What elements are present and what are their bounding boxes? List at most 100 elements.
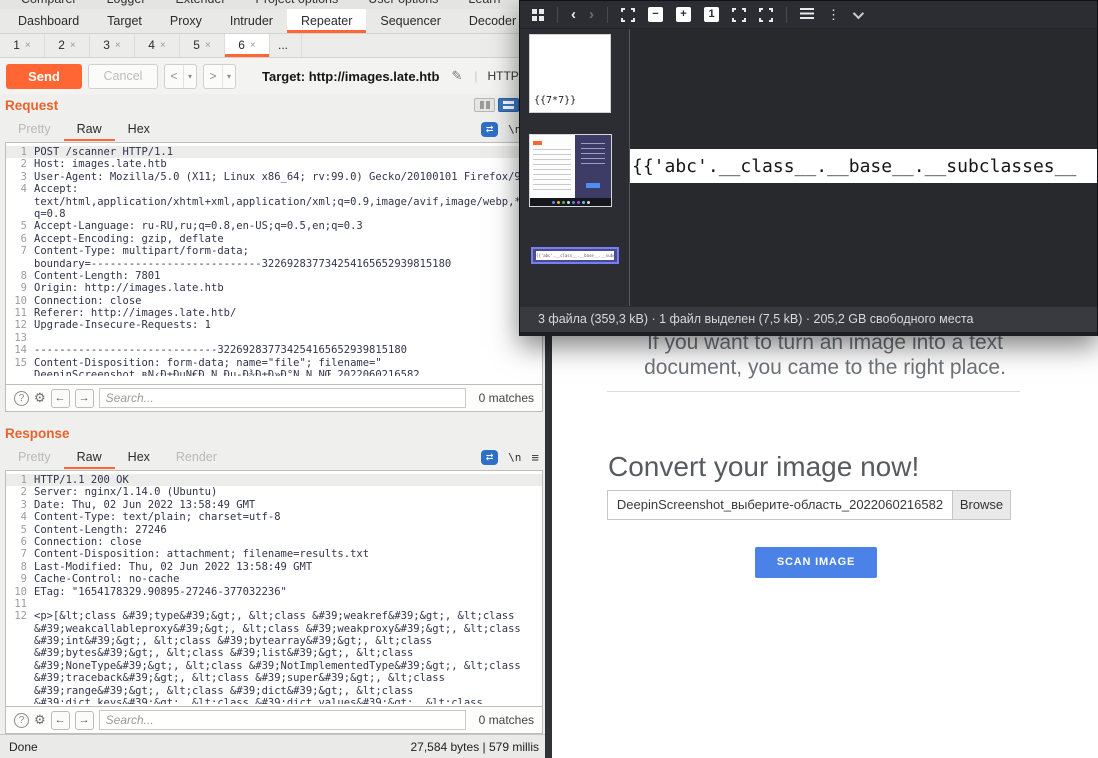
editor-line: 14-----------------------------322692837… — [6, 344, 542, 356]
editor-line: 12Upgrade-Insecure-Requests: 1 — [6, 319, 542, 331]
actual-size-icon[interactable]: 1 — [704, 7, 719, 22]
editor-line: 8Last-Modified: Thu, 02 Jun 2022 13:58:4… — [6, 561, 542, 573]
cancel-button[interactable]: Cancel — [88, 64, 158, 89]
gear-icon[interactable]: ⚙ — [34, 390, 46, 406]
repeater-number-tab[interactable]: 4× — [135, 34, 180, 57]
editor-line: &#39;int&#39;&gt;, &lt;class &#39;bytear… — [6, 635, 542, 647]
request-title: Request — [5, 98, 58, 113]
view-tab[interactable]: Pretty — [5, 445, 64, 469]
more-options-icon[interactable]: ⋮ — [827, 7, 840, 23]
search-next-icon[interactable]: → — [75, 389, 94, 408]
close-tab-icon[interactable]: × — [250, 34, 256, 57]
burp-module-tab[interactable]: Learn — [453, 0, 515, 9]
view-tab[interactable]: Render — [163, 445, 230, 469]
syntax-highlight-icon[interactable]: ⇄ — [481, 122, 498, 137]
editor-line: 8Content-Length: 7801 — [6, 270, 542, 282]
fit-width-icon[interactable] — [732, 8, 746, 22]
next-image-icon[interactable]: › — [589, 7, 594, 22]
scan-image-button[interactable]: SCAN IMAGE — [755, 547, 877, 578]
response-editor[interactable]: 1HTTP/1.1 200 OK 2Server: nginx/1.14.0 (… — [5, 470, 543, 706]
repeater-number-tab[interactable]: 2× — [45, 34, 90, 57]
search-prev-icon[interactable]: ← — [51, 389, 70, 408]
search-prev-icon[interactable]: ← — [51, 711, 70, 730]
status-done-label: Done — [9, 740, 38, 754]
prev-request-button[interactable]: < ▾ — [164, 64, 197, 89]
close-tab-icon[interactable]: × — [70, 34, 76, 57]
previous-image-icon[interactable]: ‹ — [571, 7, 576, 22]
editor-line: 13 — [6, 332, 542, 344]
repeater-number-tab[interactable]: 6× — [225, 34, 270, 57]
viewer-status-bar: 3 файла (359,3 kB) · 1 файл выделен (7,5… — [520, 306, 1097, 332]
layout-rows-button[interactable] — [498, 98, 519, 112]
search-next-icon[interactable]: → — [75, 711, 94, 730]
viewed-payload-image: {{'abc'.__class__.__base__.__subclasses_… — [630, 149, 1097, 183]
payload-text-thumbnail[interactable]: {{7*7}}${7*7}<%= 7*7 %>${{7*7}} — [529, 34, 611, 113]
editor-menu-icon[interactable]: ≡ — [531, 450, 539, 465]
burp-module-tab[interactable]: Proxy — [156, 9, 216, 33]
burp-module-tab[interactable]: Dashboard — [4, 9, 93, 33]
list-view-icon[interactable] — [800, 8, 814, 21]
view-tab[interactable]: Raw — [64, 117, 115, 141]
next-request-button[interactable]: > ▾ — [203, 64, 236, 89]
browse-button[interactable]: Browse — [952, 491, 1010, 519]
view-tab[interactable]: Pretty — [5, 117, 64, 141]
repeater-number-tab[interactable]: 1× — [0, 34, 45, 57]
thumbnails-grid-icon[interactable] — [532, 9, 544, 21]
close-tab-icon[interactable]: × — [115, 34, 121, 57]
burp-module-tab[interactable]: Intruder — [216, 9, 287, 33]
repeater-number-tab[interactable]: 3× — [90, 34, 135, 57]
zoom-out-icon[interactable]: − — [648, 7, 663, 22]
show-newlines-icon[interactable]: \n — [508, 451, 521, 464]
burp-module-tab[interactable]: Sequencer — [366, 9, 454, 33]
target-url-label: Target: http://images.late.htb — [262, 69, 439, 84]
repeater-number-tab[interactable]: 5× — [180, 34, 225, 57]
file-upload-input[interactable]: DeepinScreenshot_выберите-область_202206… — [607, 490, 1011, 520]
editor-line: 9Origin: http://images.late.htb — [6, 282, 542, 294]
desktop-screenshot-thumbnail[interactable] — [529, 134, 612, 207]
fit-window-icon[interactable] — [621, 8, 635, 22]
editor-line: 4Accept: — [6, 183, 542, 195]
help-icon[interactable]: ? — [14, 391, 29, 406]
layout-columns-button[interactable] — [474, 98, 495, 112]
syntax-highlight-icon[interactable]: ⇄ — [481, 450, 498, 465]
burp-module-tab[interactable]: Logger — [92, 0, 161, 9]
burp-module-tab[interactable]: Extender — [161, 0, 241, 9]
editor-line: boundary=---------------------------3226… — [6, 258, 542, 270]
request-panel: Request PrettyRawHex ⇄ \n ≡ — [0, 94, 548, 412]
burp-module-tab[interactable]: Repeater — [287, 9, 366, 33]
burp-module-tab[interactable]: Comparer — [6, 0, 92, 9]
close-tab-icon[interactable]: × — [160, 34, 166, 57]
zoom-in-icon[interactable]: + — [676, 7, 691, 22]
burp-main-tab-row: DashboardTargetProxyIntruderRepeaterSequ… — [0, 9, 548, 34]
edit-target-pencil-icon[interactable]: ✎ — [451, 68, 462, 84]
burp-module-tab[interactable]: User options — [353, 0, 453, 9]
chevron-down-icon[interactable]: ▾ — [222, 65, 235, 88]
convert-heading: Convert your image now! — [608, 451, 919, 483]
burp-suite-window: ComparerLoggerExtenderProject optionsUse… — [0, 0, 548, 758]
editor-line: DeepinScreenshot_вÑ‹Ð±ÐµÑ€Ð¸Ñ‚Ðµ-Ð¾Ð±Ð»Ð… — [6, 369, 542, 376]
view-tab[interactable]: Hex — [115, 445, 163, 469]
editor-line: &#39;traceback&#39;&gt;, &lt;class &#39;… — [6, 672, 542, 684]
view-tab[interactable]: Hex — [115, 117, 163, 141]
editor-line: 5Content-Length: 27246 — [6, 524, 542, 536]
request-editor[interactable]: 1POST /scanner HTTP/1.1 2Host: images.la… — [5, 142, 543, 384]
fit-height-icon[interactable] — [759, 8, 773, 22]
expand-menu-icon[interactable] — [853, 11, 861, 19]
editor-line: 10ETag: "1654178329.90895-27246-37703223… — [6, 586, 542, 598]
gear-icon[interactable]: ⚙ — [34, 712, 46, 728]
section-divider — [607, 391, 1020, 392]
search-input[interactable] — [99, 710, 466, 730]
close-tab-icon[interactable]: × — [25, 34, 31, 57]
selected-payload-strip-thumbnail[interactable]: {{'abc'.__class__.__base__.__subclasses_… — [531, 247, 619, 264]
editor-line: 2Server: nginx/1.14.0 (Ubuntu) — [6, 486, 542, 498]
search-input[interactable] — [99, 388, 466, 408]
chevron-down-icon[interactable]: ▾ — [183, 65, 196, 88]
close-tab-icon[interactable]: × — [205, 34, 211, 57]
burp-module-tab[interactable]: Project options — [241, 0, 354, 9]
help-icon[interactable]: ? — [14, 713, 29, 728]
send-button[interactable]: Send — [6, 64, 82, 89]
burp-module-tab[interactable]: Target — [93, 9, 156, 33]
view-tab[interactable]: Raw — [64, 445, 115, 469]
editor-line: 1HTTP/1.1 200 OK — [6, 474, 542, 486]
repeater-number-tab[interactable]: ... — [270, 34, 302, 57]
